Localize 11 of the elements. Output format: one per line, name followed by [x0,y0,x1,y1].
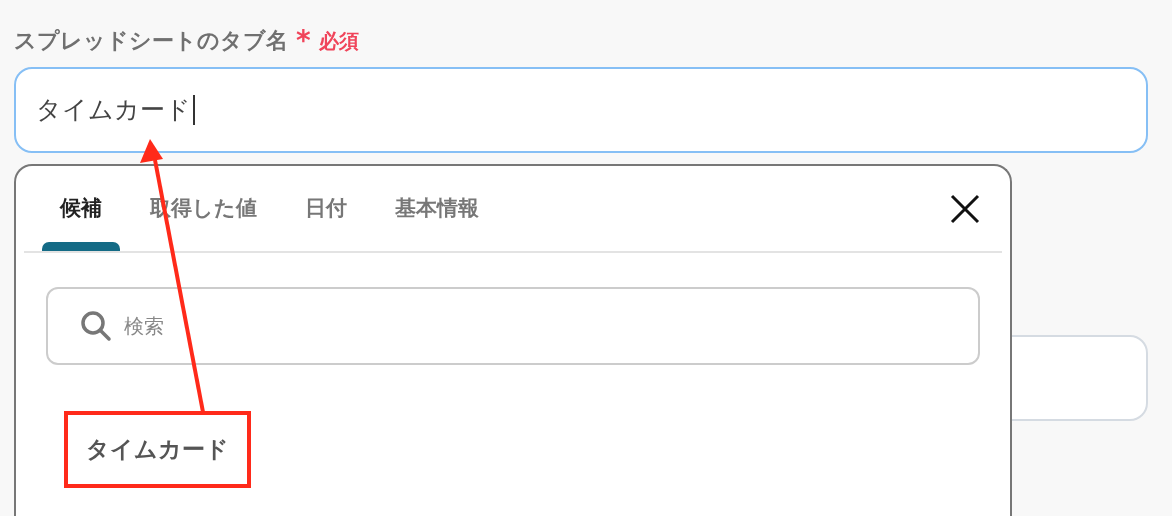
tab[interactable]: 基本情報 [377,166,497,251]
required-text: 必須 [318,27,359,55]
close-icon[interactable] [950,193,980,224]
tab[interactable]: 候補 [42,166,120,251]
required-mark: * [296,26,311,55]
search-icon [80,310,112,342]
field-label: スプレッドシートのタブ名 [14,27,288,55]
suggestion-item[interactable]: タイムカード [64,411,251,488]
search-field[interactable]: 検索 [46,287,980,365]
tab[interactable]: 日付 [287,166,365,251]
input-field[interactable]: タイムカード [14,67,1148,153]
